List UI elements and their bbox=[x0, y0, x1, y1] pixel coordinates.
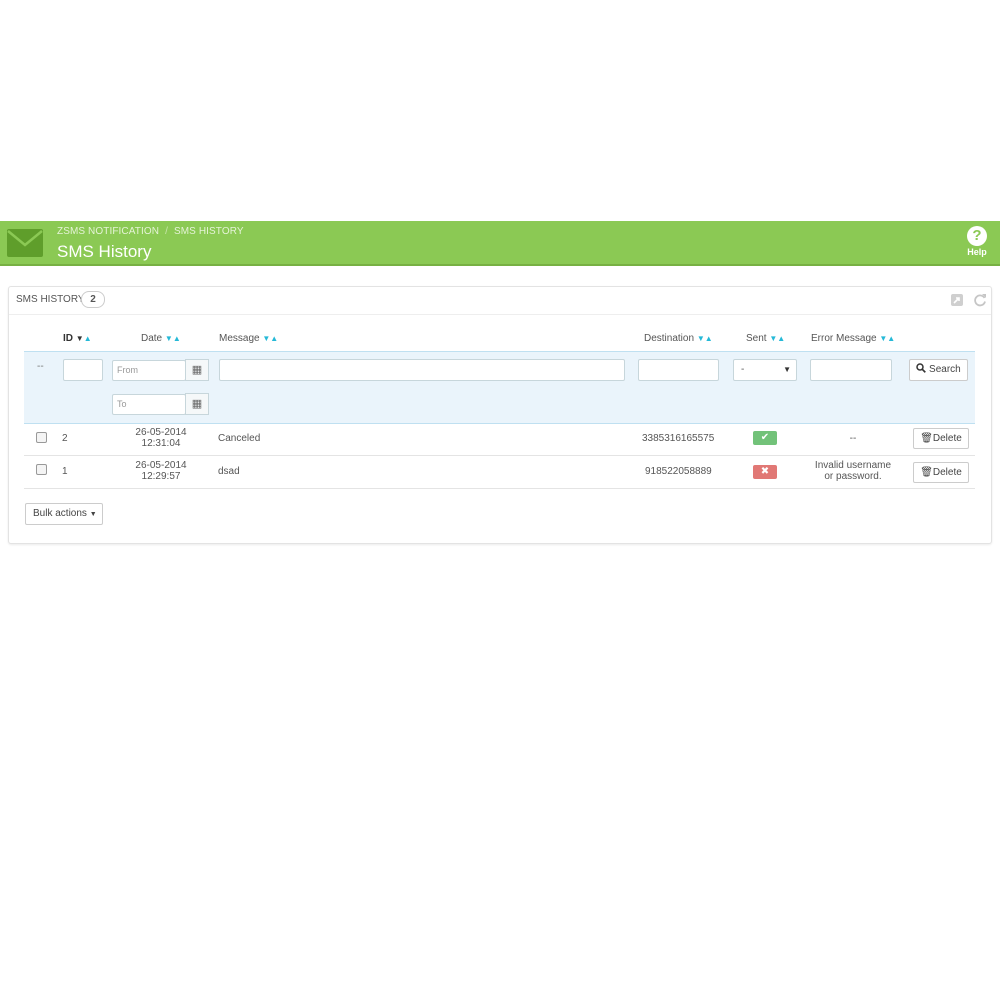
column-error-label: Error Message bbox=[811, 333, 877, 344]
date-to-input[interactable]: To bbox=[112, 394, 186, 415]
caret-down-icon: ▼ bbox=[89, 511, 97, 518]
cell-date-day: 26-05-2014 bbox=[135, 460, 187, 471]
row-divider bbox=[24, 488, 975, 489]
sort-asc-icon[interactable]: ▲ bbox=[777, 334, 785, 343]
column-header-sent: Sent ▼▲ bbox=[746, 333, 785, 344]
sort-asc-icon[interactable]: ▲ bbox=[705, 334, 713, 343]
column-sent-label: Sent bbox=[746, 333, 767, 344]
chevron-down-icon: ▼ bbox=[783, 365, 791, 374]
delete-label: Delete bbox=[932, 433, 962, 444]
row-divider bbox=[24, 455, 975, 456]
cell-id: 1 bbox=[62, 466, 68, 477]
cell-date-time: 12:29:57 bbox=[141, 471, 181, 482]
sort-desc-icon[interactable]: ▼ bbox=[165, 334, 173, 343]
calendar-icon[interactable]: ▦ bbox=[185, 359, 209, 381]
cell-date: 26-05-2014 12:31:04 bbox=[126, 427, 196, 449]
search-icon bbox=[916, 363, 927, 373]
message-filter-input[interactable] bbox=[219, 359, 625, 381]
destination-filter-input[interactable] bbox=[638, 359, 719, 381]
cell-date-time: 12:31:04 bbox=[141, 438, 181, 449]
page-title: SMS History bbox=[57, 242, 152, 261]
error-filter-input[interactable] bbox=[810, 359, 892, 381]
sort-asc-icon[interactable]: ▲ bbox=[84, 334, 92, 343]
column-header-destination: Destination ▼▲ bbox=[644, 333, 713, 344]
sort-asc-icon[interactable]: ▲ bbox=[887, 334, 895, 343]
column-date-label: Date bbox=[141, 333, 163, 344]
cell-date-day: 26-05-2014 bbox=[135, 427, 187, 438]
sent-success-check-icon: ✔ bbox=[753, 431, 777, 445]
cell-error: Invalid username or password. bbox=[803, 460, 903, 482]
column-message-label: Message bbox=[219, 333, 260, 344]
cell-message: Canceled bbox=[218, 433, 261, 444]
sort-asc-icon[interactable]: ▲ bbox=[173, 334, 181, 343]
envelope-icon bbox=[7, 229, 43, 257]
export-icon[interactable] bbox=[950, 293, 964, 307]
sort-desc-icon[interactable]: ▼ bbox=[76, 334, 84, 343]
help-button[interactable]: ? Help bbox=[962, 226, 992, 257]
column-header-id: ID ▼▲ bbox=[63, 333, 92, 344]
column-destination-label: Destination bbox=[644, 333, 695, 344]
sort-icons: ▼▲ bbox=[769, 334, 785, 343]
sort-icons: ▼▲ bbox=[165, 334, 181, 343]
panel-heading: SMS HISTORY 2 bbox=[9, 287, 991, 315]
cell-date: 26-05-2014 12:29:57 bbox=[126, 460, 196, 482]
trash-icon: 🗑 bbox=[920, 467, 933, 478]
search-label: Search bbox=[929, 364, 961, 375]
column-header-message: Message ▼▲ bbox=[219, 333, 278, 344]
breadcrumb-item-module[interactable]: ZSMS NOTIFICATION bbox=[57, 226, 159, 237]
filter-placeholder-dashes: -- bbox=[37, 361, 44, 372]
question-circle-icon: ? bbox=[967, 226, 987, 246]
sort-icons: ▼▲ bbox=[879, 334, 895, 343]
cell-id: 2 bbox=[62, 433, 68, 444]
count-badge: 2 bbox=[81, 291, 105, 308]
sort-icons: ▼▲ bbox=[262, 334, 278, 343]
delete-button[interactable]: 🗑Delete bbox=[913, 428, 969, 449]
cell-error-line1: Invalid username bbox=[814, 460, 892, 471]
id-filter-input[interactable] bbox=[63, 359, 103, 381]
column-header-date: Date ▼▲ bbox=[141, 333, 181, 344]
cell-message: dsad bbox=[218, 466, 240, 477]
date-from-input[interactable]: From bbox=[112, 360, 186, 381]
panel-title: SMS HISTORY bbox=[16, 294, 85, 305]
breadcrumb-item-current[interactable]: SMS HISTORY bbox=[174, 226, 244, 237]
refresh-icon[interactable] bbox=[973, 293, 987, 307]
sort-desc-icon[interactable]: ▼ bbox=[697, 334, 705, 343]
row-checkbox[interactable] bbox=[36, 432, 47, 443]
column-id-label: ID bbox=[63, 333, 73, 344]
delete-button[interactable]: 🗑Delete bbox=[913, 462, 969, 483]
help-label: Help bbox=[967, 247, 987, 257]
sent-filter-value: - bbox=[741, 364, 745, 375]
breadcrumb-separator: / bbox=[165, 226, 168, 237]
sent-filter-select[interactable]: - ▼ bbox=[733, 359, 797, 381]
sent-failed-x-icon: ✖ bbox=[753, 465, 777, 479]
sort-icons: ▼▲ bbox=[76, 334, 92, 343]
cell-destination: 3385316165575 bbox=[642, 433, 715, 444]
cell-error-line2: or password. bbox=[824, 471, 882, 482]
sort-icons: ▼▲ bbox=[697, 334, 713, 343]
breadcrumb: ZSMS NOTIFICATION / SMS HISTORY bbox=[57, 226, 244, 237]
cell-destination: 918522058889 bbox=[645, 466, 712, 477]
column-header-error: Error Message ▼▲ bbox=[811, 333, 895, 344]
search-button[interactable]: Search bbox=[909, 359, 968, 381]
calendar-icon[interactable]: ▦ bbox=[185, 393, 209, 415]
sort-asc-icon[interactable]: ▲ bbox=[270, 334, 278, 343]
bulk-actions-dropdown[interactable]: Bulk actions ▼ bbox=[25, 503, 103, 525]
cell-error: -- bbox=[803, 433, 903, 444]
row-checkbox[interactable] bbox=[36, 464, 47, 475]
cell-error-line1: -- bbox=[849, 433, 857, 444]
header-divider bbox=[0, 264, 1000, 266]
delete-label: Delete bbox=[932, 467, 962, 478]
bulk-actions-label: Bulk actions bbox=[33, 508, 87, 519]
trash-icon: 🗑 bbox=[920, 433, 933, 444]
